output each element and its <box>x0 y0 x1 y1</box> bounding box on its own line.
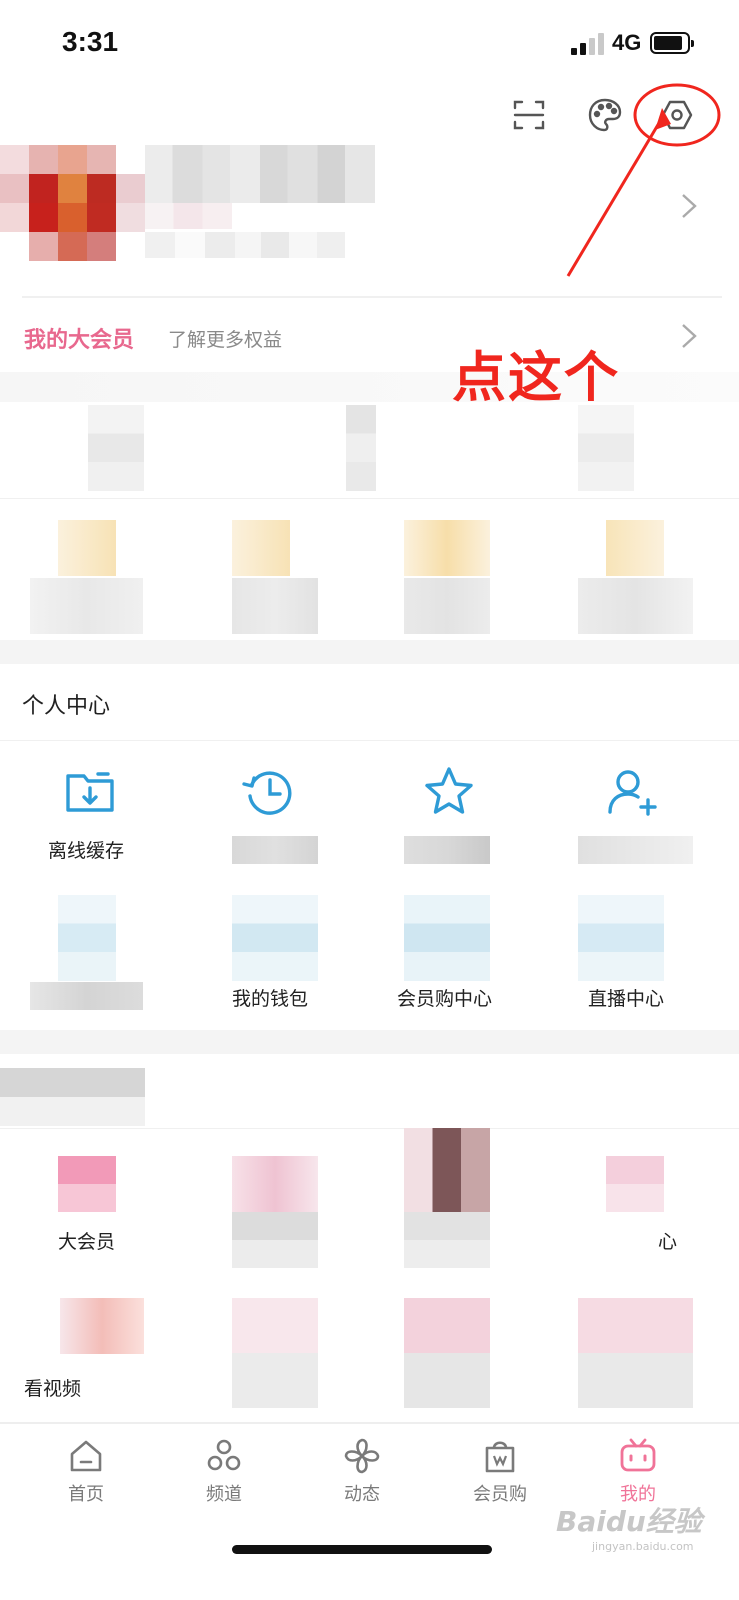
nav-label-home: 首页 <box>68 1484 104 1505</box>
stat-blurred-3 <box>578 405 634 491</box>
shopping-bag-icon <box>485 1441 515 1473</box>
scan-icon[interactable] <box>506 92 552 138</box>
divider <box>22 296 722 298</box>
benefit-blurred-4 <box>606 520 664 576</box>
service-row2-blurred-2 <box>232 1298 318 1408</box>
blurred-label-1 <box>30 982 143 1010</box>
wallet-label[interactable]: 我的钱包 <box>232 984 308 1011</box>
nav-item-home[interactable]: 首页 <box>26 1436 146 1506</box>
settings-icon[interactable] <box>654 92 700 138</box>
nav-item-channel[interactable]: 频道 <box>164 1436 284 1506</box>
vip-title[interactable]: 我的大会员 <box>24 322 134 354</box>
benefit-label-blurred-4 <box>578 578 693 634</box>
nav-item-dynamic[interactable]: 动态 <box>302 1436 422 1506</box>
service-row2-blurred-3 <box>404 1298 490 1408</box>
annotation-text: 点这个 <box>452 346 620 409</box>
favorites-label-blurred <box>404 836 490 864</box>
section-gap <box>0 372 739 402</box>
benefit-blurred-2 <box>232 520 290 576</box>
benefit-label-blurred-2 <box>232 578 318 634</box>
live-center-label[interactable]: 直播中心 <box>588 984 664 1011</box>
shop-center-label[interactable]: 会员购中心 <box>397 984 492 1011</box>
offline-cache-icon[interactable] <box>62 764 118 820</box>
watermark-url: jingyan.baidu.com <box>592 1540 694 1553</box>
theme-palette-icon[interactable] <box>582 92 628 138</box>
home-indicator[interactable] <box>232 1545 492 1554</box>
header-actions <box>0 90 739 142</box>
add-friend-icon[interactable] <box>604 764 662 820</box>
shop-center-icon[interactable] <box>404 895 490 981</box>
divider <box>0 740 739 741</box>
nav-item-mine[interactable]: 我的 <box>578 1436 698 1506</box>
channel-icon <box>207 1439 241 1471</box>
favorites-star-icon[interactable] <box>420 764 478 820</box>
stat-blurred-1 <box>88 405 144 491</box>
user-stats-blurred <box>145 232 345 258</box>
vip-chevron-icon[interactable] <box>680 322 698 350</box>
benefit-blurred-1 <box>58 520 116 576</box>
vip-label[interactable]: 大会员 <box>58 1227 115 1254</box>
nav-label-dynamic: 动态 <box>344 1484 380 1505</box>
service-label-blurred-2 <box>232 1212 318 1268</box>
wallet-icon[interactable] <box>232 895 318 981</box>
live-center-icon[interactable] <box>578 895 664 981</box>
benefit-blurred-3 <box>404 520 490 576</box>
tv-mine-icon <box>620 1438 656 1472</box>
service-icon-blurred-4[interactable] <box>606 1156 664 1212</box>
blurred-icon-1[interactable] <box>58 895 116 981</box>
dynamic-pinwheel-icon <box>344 1438 380 1474</box>
add-friend-label-blurred <box>578 836 693 864</box>
watermark: Baidu经验 <box>556 1505 702 1538</box>
nav-label-channel: 频道 <box>206 1484 242 1505</box>
service-row2-blurred-4 <box>578 1298 693 1408</box>
home-icon <box>70 1440 102 1472</box>
status-time: 3:31 <box>62 26 119 57</box>
status-bar: 3:31 4G <box>0 0 739 90</box>
divider <box>0 498 739 499</box>
nav-item-shop[interactable]: 会员购 <box>440 1436 560 1506</box>
battery-icon <box>650 32 694 54</box>
service-icon-blurred-2[interactable] <box>232 1156 318 1212</box>
profile-chevron-icon[interactable] <box>680 192 698 220</box>
history-icon[interactable] <box>240 764 298 820</box>
personal-center-title: 个人中心 <box>22 694 111 719</box>
vip-subtitle[interactable]: 了解更多权益 <box>168 325 282 352</box>
watch-video-label[interactable]: 看视频 <box>24 1374 81 1401</box>
network-type: 4G <box>612 30 642 55</box>
section-gap <box>0 640 739 664</box>
history-label-blurred <box>232 836 318 864</box>
service-label-blurred-3 <box>404 1212 490 1268</box>
nav-label-shop: 会员购 <box>473 1484 527 1505</box>
username-blurred <box>145 145 375 203</box>
user-level-blurred <box>145 203 232 229</box>
benefit-label-blurred-1 <box>30 578 143 634</box>
service-icon-blurred-3[interactable] <box>404 1128 490 1212</box>
service-icon-blurred-5[interactable] <box>60 1298 144 1354</box>
section-gap <box>0 1030 739 1054</box>
benefit-label-blurred-3 <box>404 578 490 634</box>
services-title-blurred <box>0 1068 145 1126</box>
stat-blurred-2 <box>346 405 376 491</box>
signal-strength-icon <box>571 33 605 55</box>
offline-cache-label[interactable]: 离线缓存 <box>48 836 124 863</box>
service-label-4[interactable]: 心 <box>658 1227 677 1254</box>
vip-icon[interactable] <box>58 1156 116 1212</box>
divider <box>0 1128 739 1129</box>
avatar[interactable] <box>0 145 145 261</box>
